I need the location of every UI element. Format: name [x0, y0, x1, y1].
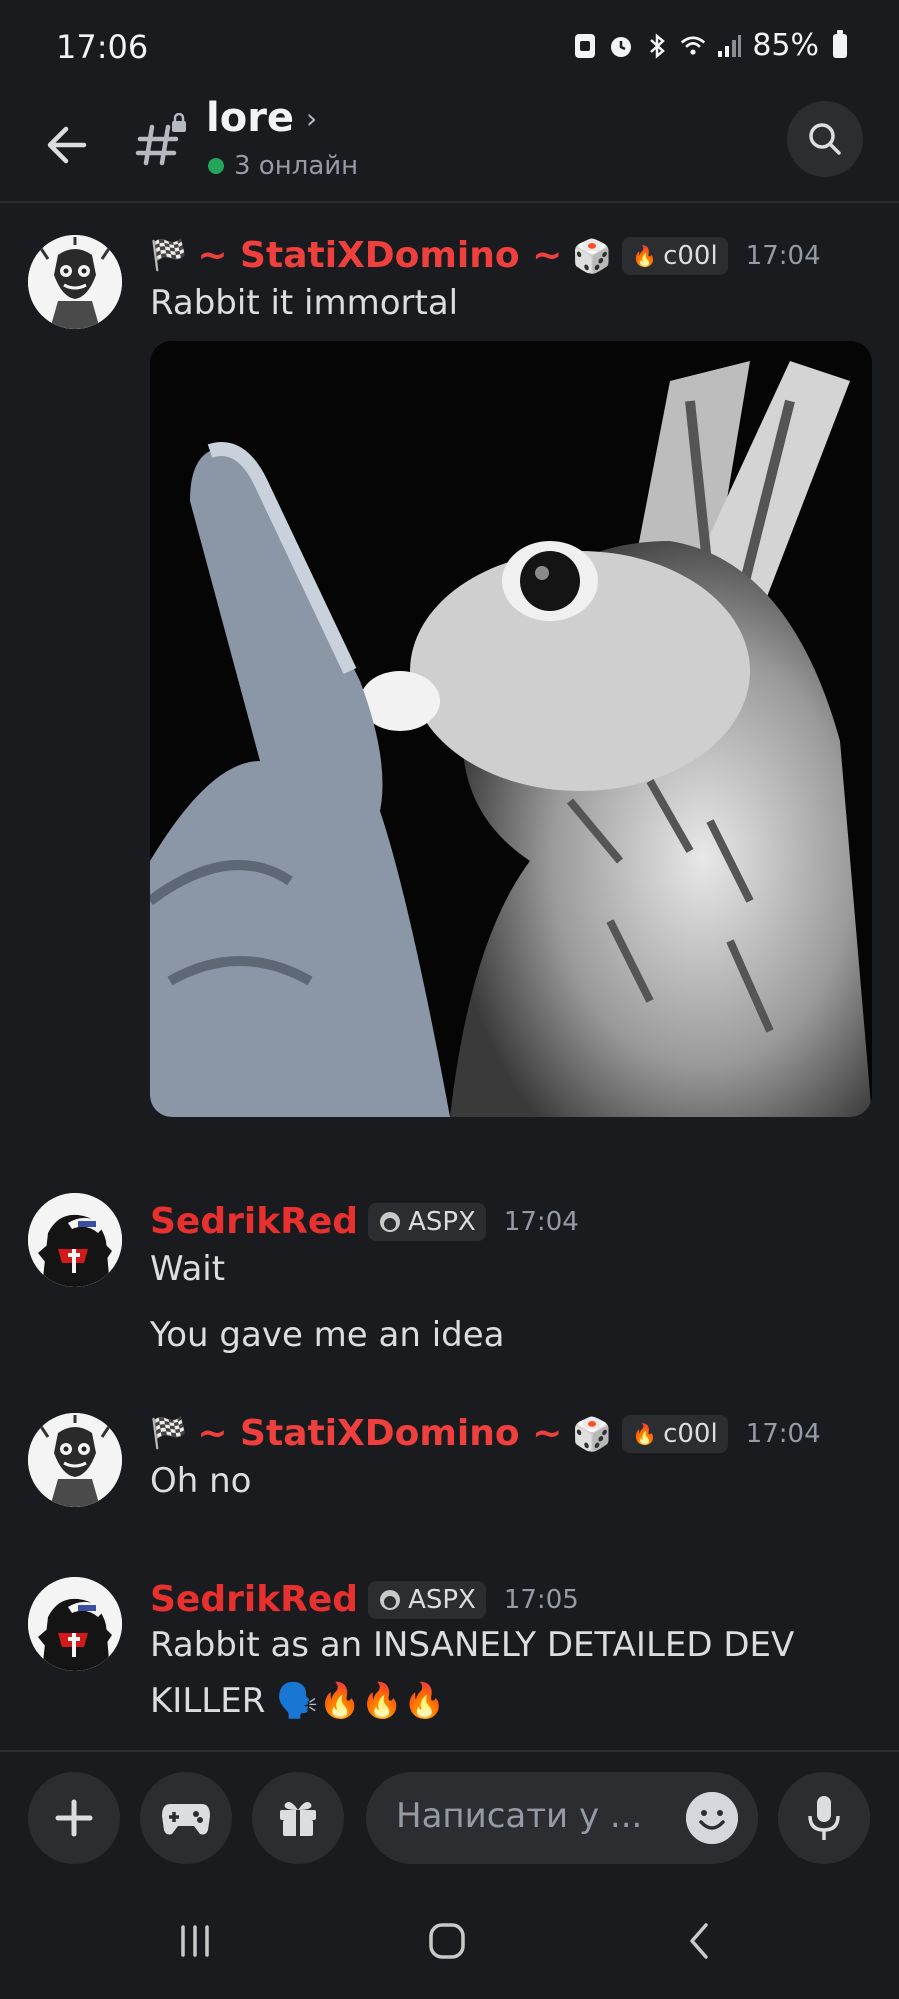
guild-tag-icon	[380, 1589, 401, 1610]
username[interactable]: SedrikRed	[150, 1579, 358, 1620]
fire-icon: 🔥	[632, 1421, 658, 1446]
gift-button[interactable]	[252, 1772, 344, 1864]
dice-icon: 🎲	[572, 236, 613, 275]
checkered-flag-icon: 🏁	[150, 238, 188, 273]
back-button[interactable]	[36, 115, 96, 175]
channel-name: lore	[206, 95, 295, 141]
username[interactable]: ~ StatiXDomino ~	[197, 1413, 562, 1454]
alarm-icon	[608, 33, 634, 59]
system-back-icon	[690, 1923, 708, 1959]
search-icon	[809, 123, 841, 155]
message-composer: Написати у ...	[0, 1750, 899, 1875]
message-text: KILLER 🗣️🔥🔥🔥	[150, 1681, 446, 1721]
search-button[interactable]	[787, 101, 863, 177]
username[interactable]: SedrikRed	[150, 1201, 358, 1242]
sim-icon	[572, 33, 598, 59]
online-dot-icon	[208, 158, 224, 174]
message-text: You gave me an idea	[150, 1315, 505, 1355]
message-header: SedrikRed ASPX 17:04	[150, 1201, 579, 1242]
message-header: SedrikRed ASPX 17:05	[150, 1579, 579, 1620]
activities-button[interactable]	[140, 1772, 232, 1864]
message-input[interactable]: Написати у ...	[366, 1772, 758, 1864]
home-button[interactable]	[407, 1911, 487, 1971]
user-tag[interactable]: 🔥 c00l	[622, 1414, 728, 1453]
system-back-button[interactable]	[660, 1911, 740, 1971]
chevron-right-icon: ›	[306, 101, 318, 135]
timestamp: 17:04	[745, 1418, 821, 1449]
recent-apps-icon	[181, 1925, 209, 1957]
online-status: 3 онлайн	[208, 151, 358, 181]
message-header: 🏁 ~ StatiXDomino ~ 🎲 🔥 c00l 17:04	[150, 1413, 821, 1454]
image-attachment[interactable]	[150, 341, 872, 1117]
message-text: Rabbit as an INSANELY DETAILED DEV	[150, 1625, 795, 1665]
message-list[interactable]: 🏁 ~ StatiXDomino ~ 🎲 🔥 c00l 17:04 Rabbit…	[0, 205, 899, 1750]
fire-icon: 🔥	[632, 243, 658, 268]
wifi-icon	[680, 33, 706, 59]
username[interactable]: ~ StatiXDomino ~	[197, 235, 562, 276]
signal-icon	[716, 33, 742, 59]
status-bar: 17:06 85%	[0, 0, 899, 95]
plus-icon	[55, 1799, 93, 1837]
battery-percent: 85%	[752, 28, 819, 63]
status-time: 17:06	[56, 28, 149, 66]
message-header: 🏁 ~ StatiXDomino ~ 🎲 🔥 c00l 17:04	[150, 235, 821, 276]
channel-header: lore › 3 онлайн	[0, 95, 899, 203]
system-navigation-bar	[0, 1875, 899, 1999]
microphone-icon	[808, 1796, 840, 1840]
timestamp: 17:05	[503, 1584, 579, 1615]
back-arrow-icon	[47, 126, 87, 164]
avatar[interactable]	[28, 1193, 122, 1287]
avatar[interactable]	[28, 235, 122, 329]
timestamp: 17:04	[745, 240, 821, 271]
tag-label: ASPX	[408, 1206, 476, 1237]
recent-apps-button[interactable]	[155, 1911, 235, 1971]
message-text: Rabbit it immortal	[150, 283, 459, 323]
message-text: Oh no	[150, 1461, 252, 1501]
checkered-flag-icon: 🏁	[150, 1416, 188, 1451]
avatar[interactable]	[28, 1577, 122, 1671]
timestamp: 17:04	[503, 1206, 579, 1237]
channel-title[interactable]: lore ›	[206, 95, 317, 141]
user-tag[interactable]: 🔥 c00l	[622, 236, 728, 275]
battery-icon	[833, 29, 847, 58]
online-count: 3 онлайн	[234, 151, 359, 181]
smiley-icon	[686, 1792, 738, 1844]
user-tag[interactable]: ASPX	[368, 1580, 486, 1619]
message-text: Wait	[150, 1249, 226, 1289]
add-attachment-button[interactable]	[28, 1772, 120, 1864]
gamepad-icon	[162, 1804, 210, 1835]
gift-icon	[280, 1802, 316, 1836]
avatar[interactable]	[28, 1413, 122, 1507]
tag-label: c00l	[663, 1418, 718, 1449]
text-channel-icon	[132, 112, 192, 173]
user-tag[interactable]: ASPX	[368, 1202, 486, 1241]
status-icons: 85%	[572, 28, 847, 63]
message-input-placeholder: Написати у ...	[396, 1796, 643, 1836]
bluetooth-icon	[644, 32, 670, 59]
voice-message-button[interactable]	[778, 1772, 870, 1864]
home-icon	[429, 1923, 465, 1959]
tag-label: ASPX	[408, 1584, 476, 1615]
tag-label: c00l	[663, 240, 718, 271]
emoji-button[interactable]	[686, 1792, 738, 1844]
guild-tag-icon	[380, 1211, 401, 1232]
dice-icon: 🎲	[572, 1414, 613, 1453]
